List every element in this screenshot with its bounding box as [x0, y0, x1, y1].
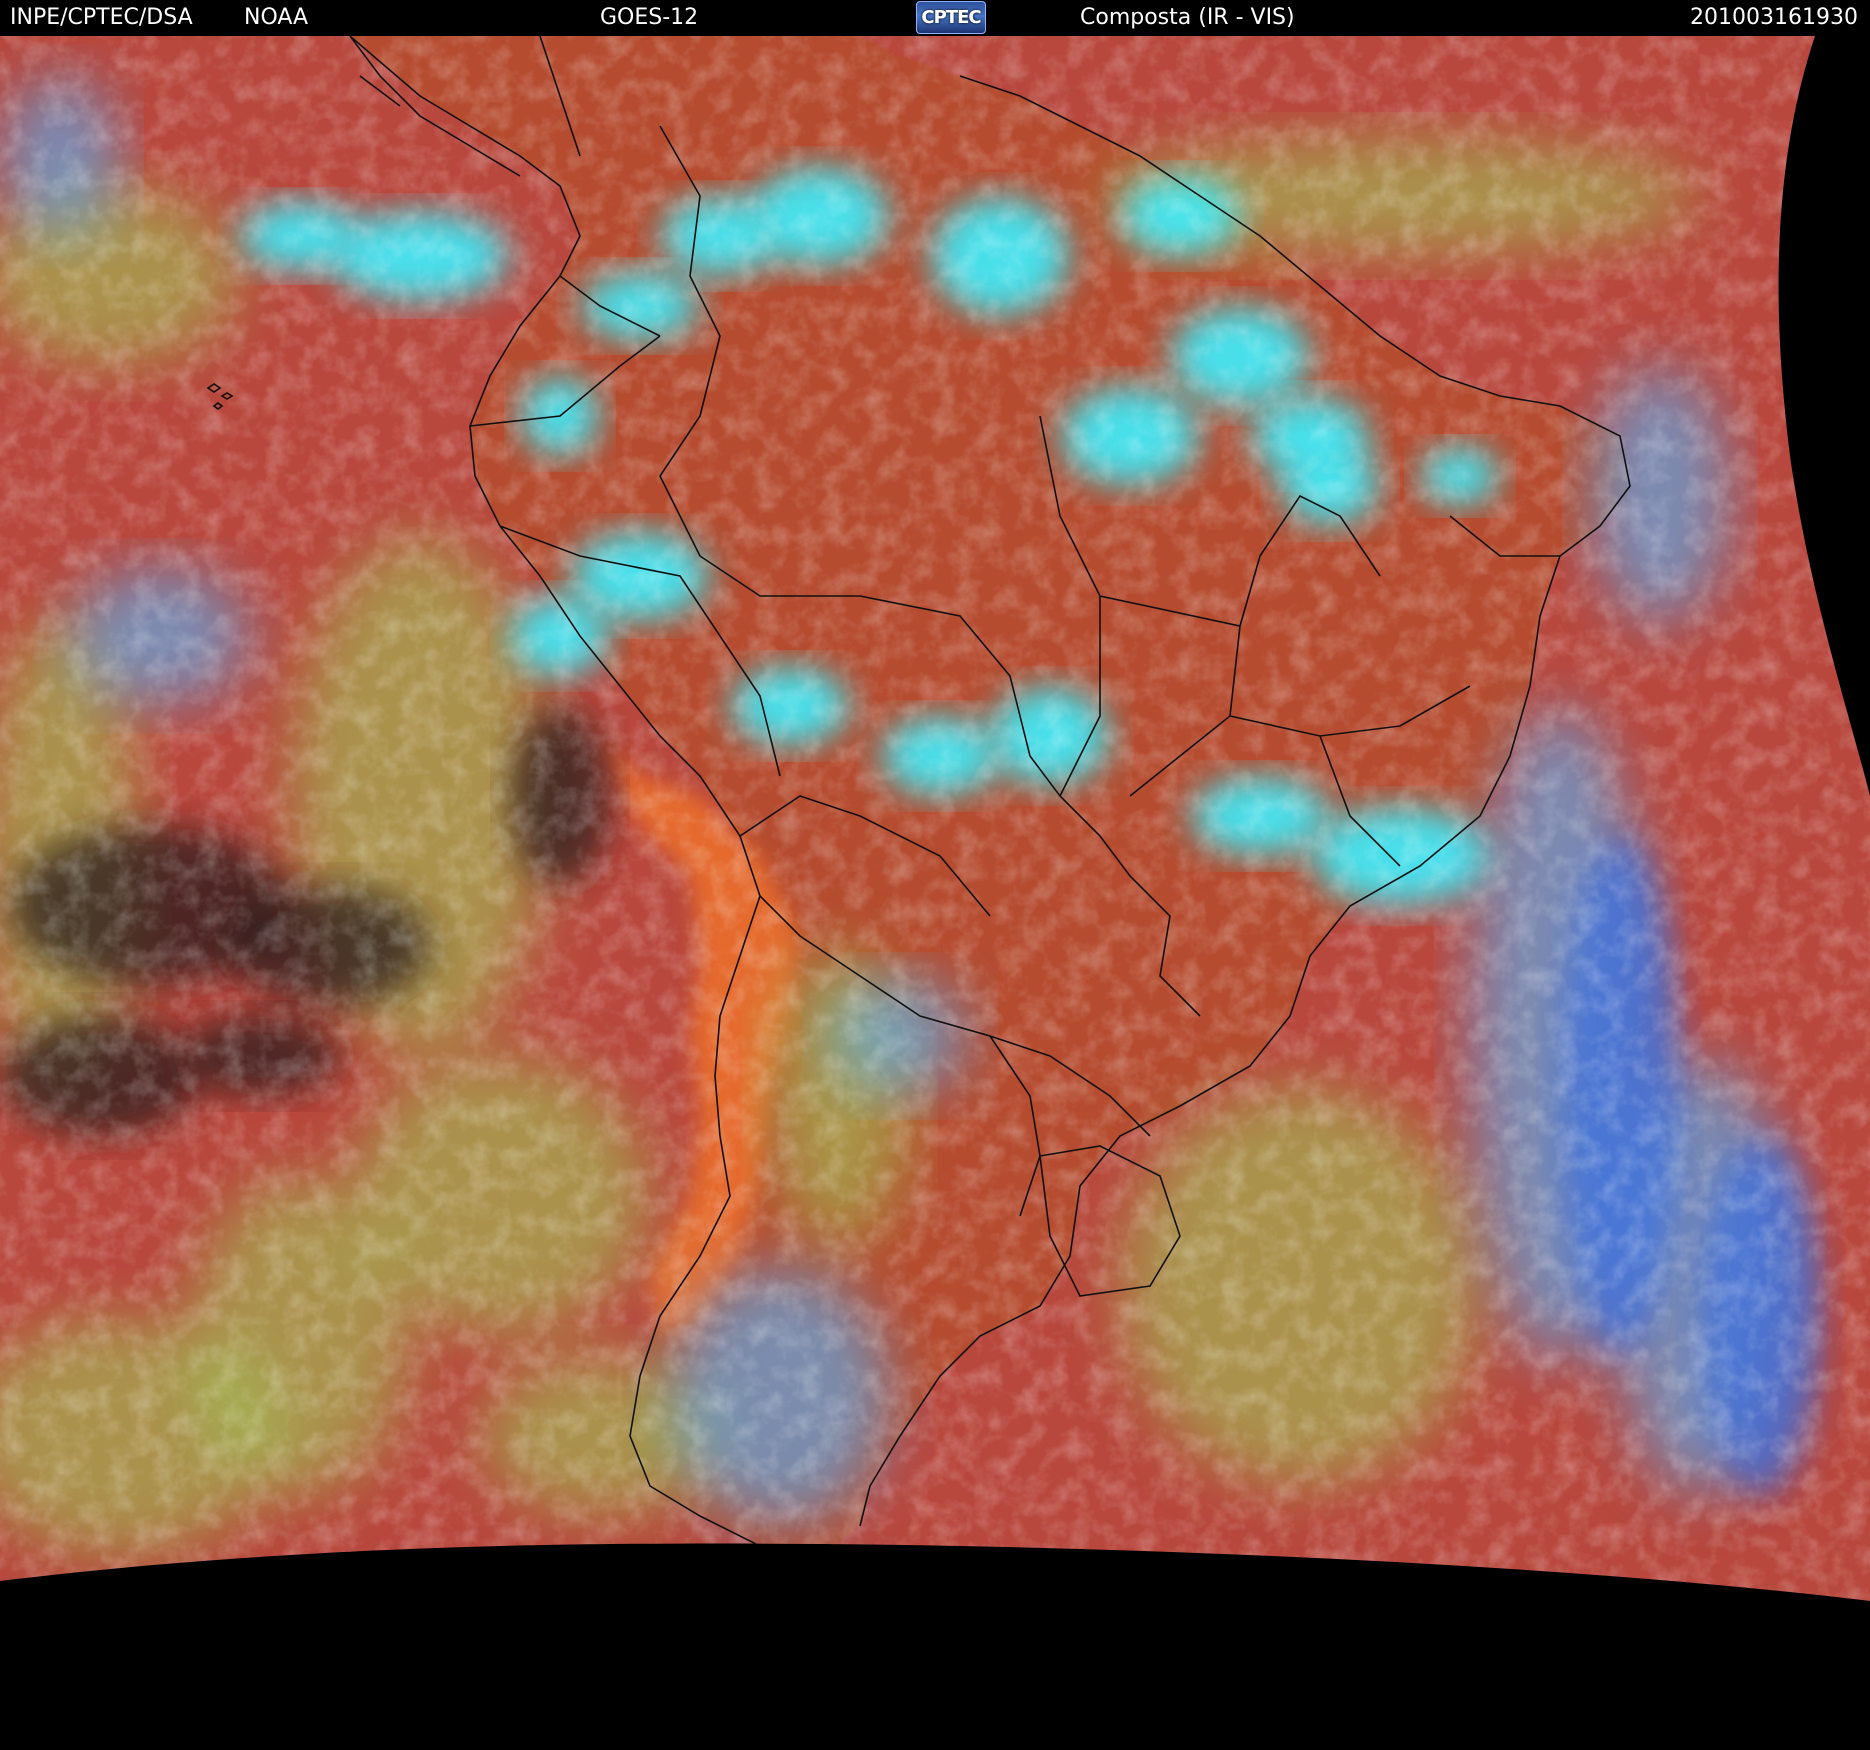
cptec-logo-text: CPTEC	[921, 7, 981, 28]
cptec-logo: CPTEC	[916, 1, 986, 34]
timestamp-label: 201003161930	[1690, 5, 1858, 30]
partner-label: NOAA	[244, 5, 309, 30]
product-label: Composta (IR - VIS)	[1080, 5, 1295, 30]
cloud-texture	[0, 36, 1870, 1601]
satellite-imagery	[0, 36, 1870, 1750]
satellite-label: GOES-12	[600, 5, 699, 30]
header-bar: INPE/CPTEC/DSA NOAA GOES-12 CPTEC Compos…	[0, 0, 1870, 36]
earth-disk	[0, 36, 1870, 1601]
agency-label: INPE/CPTEC/DSA	[10, 5, 193, 30]
satellite-frame: INPE/CPTEC/DSA NOAA GOES-12 CPTEC Compos…	[0, 0, 1870, 1750]
